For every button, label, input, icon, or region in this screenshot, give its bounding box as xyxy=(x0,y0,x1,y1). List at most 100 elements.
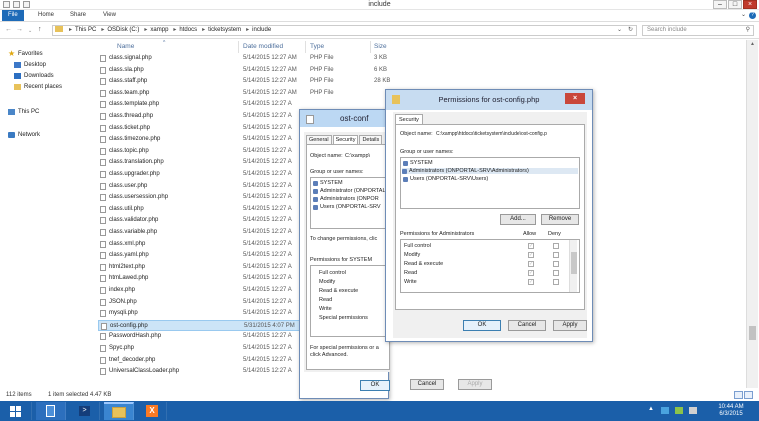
column-header-date[interactable]: Date modified xyxy=(243,43,283,50)
address-dropdown-icon[interactable]: ⌄ xyxy=(617,26,622,35)
permissions-scrollbar[interactable] xyxy=(569,240,577,292)
help-icon[interactable]: ? xyxy=(749,12,756,19)
deny-modify-checkbox[interactable] xyxy=(553,252,559,258)
nav-recent-places[interactable]: Recent places xyxy=(14,84,62,90)
nav-desktop[interactable]: Desktop xyxy=(14,62,46,68)
breadcrumb-include[interactable]: include xyxy=(252,27,271,33)
properties-apply-button[interactable]: Apply xyxy=(458,379,492,390)
file-explorer-button[interactable] xyxy=(104,402,134,420)
php-file-icon xyxy=(100,182,106,190)
allow-read-execute-checkbox[interactable]: ✓ xyxy=(528,261,534,267)
nav-downloads[interactable]: Downloads xyxy=(14,73,54,79)
table-row[interactable]: class.signal.php 5/14/2015 12:27 AM PHP Fi… xyxy=(98,53,398,64)
add-button[interactable]: Add... xyxy=(500,214,536,225)
scroll-up-icon[interactable]: ▲ xyxy=(750,41,755,47)
breadcrumb-osdisk[interactable]: OSDisk (C:) xyxy=(107,27,139,33)
column-header-name[interactable]: Name xyxy=(117,43,134,50)
expand-ribbon-icon[interactable]: ⌄ xyxy=(741,11,746,18)
tray-overflow-icon[interactable]: ▲ xyxy=(647,406,655,413)
scrollbar-thumb[interactable] xyxy=(749,326,756,340)
breadcrumb-ticketsystem[interactable]: ticketsystem xyxy=(208,27,241,33)
xampp-button[interactable]: X xyxy=(137,402,167,420)
file-size: 28 KB xyxy=(374,78,391,85)
php-file-icon xyxy=(100,217,106,225)
deny-read-checkbox[interactable] xyxy=(553,270,559,276)
nav-favorites[interactable]: ★ Favorites xyxy=(8,50,43,58)
forward-icon[interactable]: → xyxy=(16,26,23,33)
volume-icon[interactable] xyxy=(689,407,697,414)
file-name: Spyc.php xyxy=(109,345,135,351)
ok-button[interactable]: OK xyxy=(360,380,390,391)
list-item[interactable]: Users (ONPORTAL-SRV xyxy=(313,204,381,210)
vertical-scrollbar[interactable]: ▲ xyxy=(746,40,758,388)
php-file-icon xyxy=(100,275,106,283)
list-item[interactable]: SYSTEM xyxy=(403,160,433,166)
apply-button[interactable]: Apply xyxy=(553,320,587,331)
minimize-button[interactable]: – xyxy=(713,0,727,9)
tab-view[interactable]: View xyxy=(99,11,120,19)
list-item[interactable]: Users (ONPORTAL-SRV\Users) xyxy=(403,176,488,182)
xampp-icon: X xyxy=(146,405,158,417)
details-view-icon[interactable] xyxy=(734,391,743,399)
breadcrumb-this-pc[interactable]: This PC xyxy=(75,27,96,33)
group-names-list[interactable]: SYSTEM Administrators (ONPORTAL-SRV\Admi… xyxy=(400,157,580,209)
address-path[interactable]: ▸ This PC ▸ OSDisk (C:) ▸ xampp ▸ htdocs ▸ ticket… xyxy=(52,25,637,36)
file-date: 5/14/2015 12:27 A xyxy=(243,356,292,363)
recent-dropdown-icon[interactable]: ⌄ xyxy=(28,28,32,34)
allow-full-control-checkbox[interactable]: ✓ xyxy=(528,243,534,249)
breadcrumb-xampp[interactable]: xampp xyxy=(150,27,168,33)
table-row[interactable]: class.staff.php 5/14/2015 12:27 AM PHP Fil… xyxy=(98,76,398,87)
nav-label: Downloads xyxy=(24,73,54,79)
column-divider[interactable] xyxy=(370,41,371,53)
dialog-title-bar: Permissions for ost-config.php × xyxy=(386,90,592,110)
refresh-icon[interactable]: ↻ xyxy=(628,26,633,35)
php-file-icon xyxy=(100,113,106,120)
breadcrumb-htdocs[interactable]: htdocs xyxy=(179,27,197,33)
powershell-button[interactable]: > xyxy=(70,402,100,420)
allow-write-checkbox[interactable]: ✓ xyxy=(528,279,534,285)
large-icons-view-icon[interactable] xyxy=(744,391,753,399)
maximize-button[interactable]: □ xyxy=(728,0,742,9)
tab-share[interactable]: Share xyxy=(66,11,90,19)
dialog-title: Permissions for ost-config.php xyxy=(438,95,540,104)
php-file-icon xyxy=(100,205,106,213)
remove-button[interactable]: Remove xyxy=(541,214,579,225)
close-icon[interactable]: × xyxy=(565,93,585,104)
properties-cancel-button[interactable]: Cancel xyxy=(410,379,444,390)
cancel-button[interactable]: Cancel xyxy=(508,320,546,331)
start-button[interactable] xyxy=(0,402,32,420)
search-input[interactable]: Search include ⚲ xyxy=(642,25,754,36)
up-icon[interactable]: ↑ xyxy=(38,26,42,33)
deny-full-control-checkbox[interactable] xyxy=(553,243,559,249)
column-divider[interactable] xyxy=(238,41,239,53)
back-icon[interactable]: ← xyxy=(5,26,12,33)
file-properties-dialog: ost-conf General Security Details Object… xyxy=(299,109,390,399)
tab-file[interactable]: File xyxy=(2,10,24,21)
nav-this-pc[interactable]: This PC xyxy=(8,109,39,115)
shield-icon[interactable] xyxy=(675,407,683,414)
column-header-size[interactable]: Size xyxy=(374,43,387,50)
table-row[interactable]: class.sla.php 5/14/2015 12:27 AM PHP File 6… xyxy=(98,65,398,76)
column-header-type[interactable]: Type xyxy=(310,43,324,50)
close-button[interactable]: × xyxy=(743,0,757,9)
network-tray-icon[interactable] xyxy=(661,407,669,414)
clock[interactable]: 10:44 AM 6/3/2015 xyxy=(711,404,751,418)
file-date: 5/14/2015 12:27 A xyxy=(243,205,292,212)
deny-read-execute-checkbox[interactable] xyxy=(553,261,559,267)
scrollbar-thumb[interactable] xyxy=(571,252,577,274)
nav-network[interactable]: Network xyxy=(8,132,40,138)
table-row[interactable]: class.team.php 5/14/2015 12:27 AM PHP File xyxy=(98,88,398,99)
list-item[interactable]: Administrator (ONPORTAL xyxy=(313,188,386,194)
server-manager-button[interactable] xyxy=(36,402,66,420)
file-date: 5/14/2015 12:27 A xyxy=(243,217,292,224)
ok-button[interactable]: OK xyxy=(463,320,501,331)
deny-write-checkbox[interactable] xyxy=(553,279,559,285)
allow-read-checkbox[interactable]: ✓ xyxy=(528,270,534,276)
list-item[interactable]: SYSTEM xyxy=(313,180,343,186)
tab-home[interactable]: Home xyxy=(34,11,58,19)
list-item[interactable]: Administrators (ONPOR xyxy=(313,196,379,202)
column-divider[interactable] xyxy=(305,41,306,53)
allow-modify-checkbox[interactable]: ✓ xyxy=(528,252,534,258)
list-item-selected[interactable]: Administrators (ONPORTAL-SRV\Administrat… xyxy=(402,168,578,174)
group-names-list[interactable]: SYSTEM Administrator (ONPORTAL Administr… xyxy=(310,177,390,229)
